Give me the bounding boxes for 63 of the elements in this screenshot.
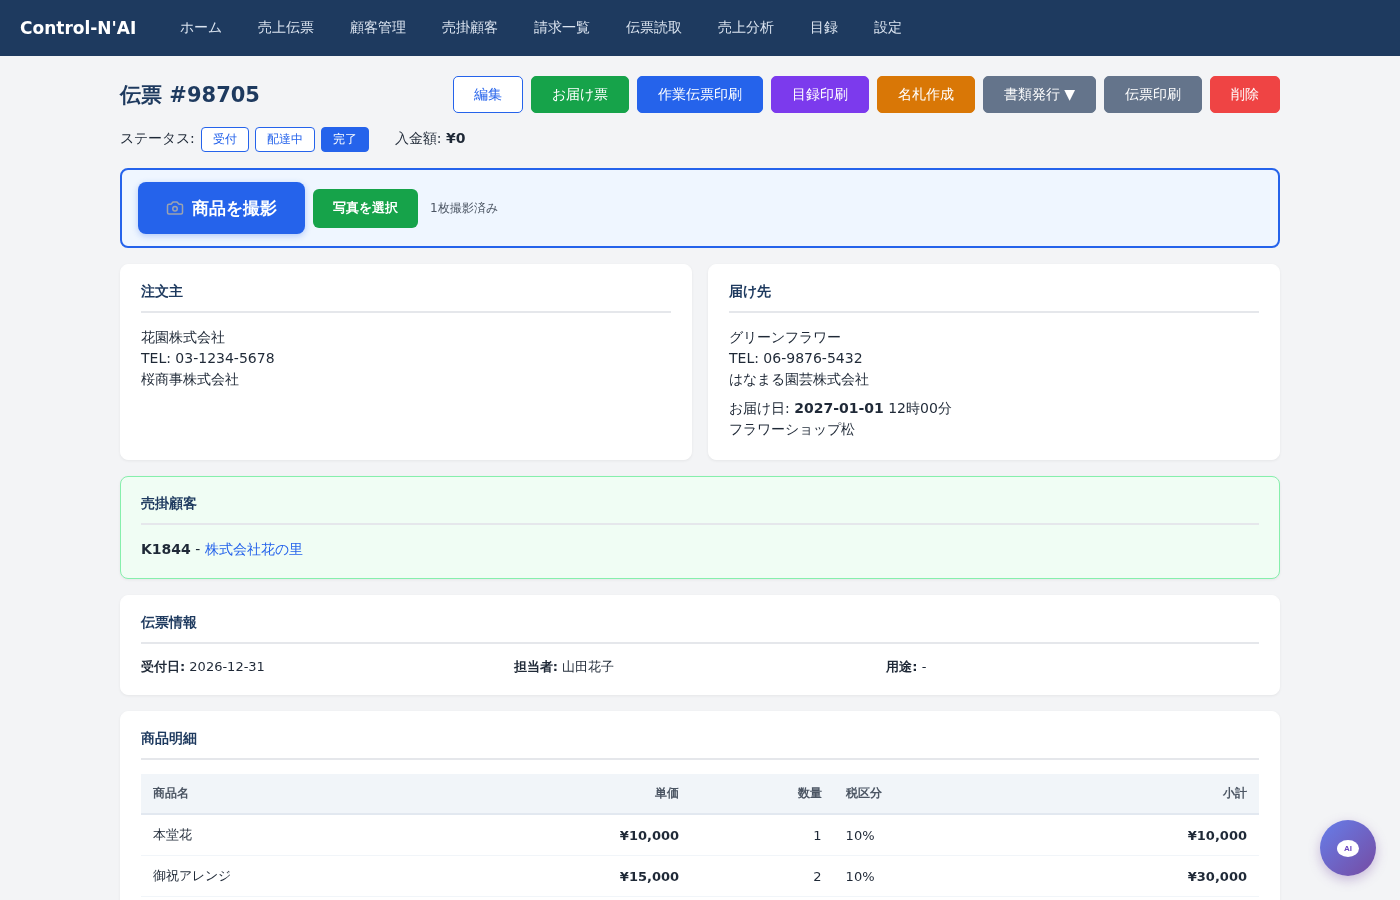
capture-button[interactable]: 商品を撮影 [138, 182, 305, 234]
table-cell: 御祝アレンジ [141, 855, 444, 897]
action-button[interactable]: 目録印刷 [770, 76, 869, 113]
column-header: 単価 [443, 774, 692, 814]
action-button[interactable]: 名札作成 [876, 76, 975, 113]
info-line: 桜商事株式会社 [141, 370, 240, 389]
nav-link[interactable]: 売上分析 [718, 19, 775, 37]
column-header: 小計 [1011, 774, 1259, 814]
card-title: 注文主 [141, 283, 671, 313]
card-title: 伝票情報 [141, 614, 1259, 644]
info-line: フラワーショップ松 [729, 420, 856, 439]
info-line: TEL: 06-9876-5432 [729, 349, 864, 368]
nav-link[interactable]: 売上伝票 [258, 19, 315, 37]
status-option[interactable]: 完了 [320, 126, 369, 152]
action-button[interactable]: 編集 [452, 76, 523, 113]
card-title: 商品明細 [141, 730, 1259, 760]
info-field: 用途: - [886, 658, 1259, 676]
nav-link[interactable]: 請求一覧 [534, 19, 591, 37]
status-label: ステータス: [120, 130, 195, 148]
table-cell: 本堂花 [141, 814, 444, 856]
table-cell: 2 [691, 855, 834, 897]
info-line: お届け日: 2027-01-01 12時00分 [729, 399, 953, 418]
action-button[interactable]: 伝票印刷 [1104, 76, 1202, 113]
payment-amount: 入金額: ¥0 [394, 130, 466, 148]
column-header: 商品名 [141, 774, 444, 814]
action-button[interactable]: 作業伝票印刷 [636, 76, 763, 113]
action-button[interactable]: 書類発行 ▼ [982, 76, 1096, 113]
table-cell: 10% [833, 855, 1012, 897]
brand-logo: Control-N'AI [20, 18, 137, 38]
nav-link[interactable]: 売掛顧客 [442, 19, 499, 37]
nav-link[interactable]: 設定 [874, 19, 903, 37]
nav-link[interactable]: 顧客管理 [350, 19, 407, 37]
table-cell: 10% [833, 814, 1012, 856]
action-button[interactable]: お届け票 [530, 76, 629, 113]
card-title: 売掛顧客 [141, 495, 1259, 525]
table-cell: ¥10,000 [1011, 814, 1259, 856]
ai-chat-button[interactable]: AI [1320, 820, 1376, 876]
nav-link[interactable]: ホーム [180, 19, 223, 37]
table-cell: ¥30,000 [1011, 855, 1259, 897]
info-field: 受付日: 2026-12-31 [141, 658, 514, 676]
card-title: 届け先 [729, 283, 1259, 313]
photo-count: 1枚撮影済み [430, 199, 498, 217]
separator: - [194, 541, 202, 557]
info-line: グリーンフラワー [729, 328, 842, 347]
column-header: 数量 [691, 774, 834, 814]
info-line: TEL: 03-1234-5678 [141, 349, 276, 368]
nav-link[interactable]: 目録 [810, 19, 839, 37]
info-line: はなまる園芸株式会社 [729, 370, 870, 389]
select-photo-button[interactable]: 写真を選択 [313, 188, 418, 228]
info-line: 花園株式会社 [141, 328, 226, 347]
column-header: 税区分 [833, 774, 1012, 814]
table-cell: 1 [691, 814, 834, 856]
customer-code: K1844 [141, 541, 191, 557]
page-title: 伝票 #98705 [120, 81, 260, 109]
table-cell: ¥10,000 [443, 814, 692, 856]
table-cell: ¥15,000 [443, 855, 692, 897]
nav-link[interactable]: 伝票読取 [626, 19, 683, 37]
info-field: 担当者: 山田花子 [513, 658, 887, 676]
status-option[interactable]: 配達中 [254, 126, 315, 152]
action-button[interactable]: 削除 [1210, 76, 1280, 113]
status-option[interactable]: 受付 [200, 126, 249, 152]
customer-link[interactable]: 株式会社花の里 [204, 541, 303, 557]
camera-icon [166, 199, 184, 217]
